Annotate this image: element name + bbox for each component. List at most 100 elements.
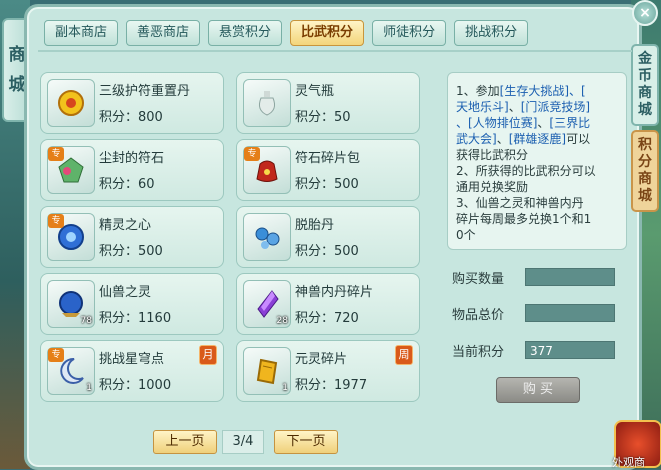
info-text: 3、仙兽之灵和神兽内丹	[456, 196, 584, 210]
item-points: 积分：720	[295, 311, 359, 326]
item-name: 灵气瓶	[295, 84, 335, 99]
info-link-heroes[interactable]: [群雄逐鹿]	[509, 132, 566, 146]
gold-shop-tab-char: 金	[638, 51, 652, 67]
shop-side-tab-char: 商	[8, 45, 26, 65]
spirit-heart-icon: 专	[47, 213, 95, 261]
total-price-field	[525, 304, 615, 322]
tab-bounty-points[interactable]: 悬赏积分	[208, 20, 283, 46]
info-link-tournament-cont[interactable]: 武大会]	[456, 132, 497, 146]
exclusive-badge: 专	[48, 147, 64, 161]
tab-mentor-points[interactable]: 师徒积分	[372, 20, 447, 46]
item-quantity: 28	[276, 316, 288, 326]
points-shop-tab-char: 城	[638, 188, 652, 204]
close-icon: ×	[639, 5, 651, 21]
item-card[interactable]: 三级护符重置丹 积分：800	[40, 72, 224, 134]
item-card[interactable]: 28 神兽内丹碎片 积分：720	[236, 273, 420, 335]
item-card[interactable]: 78 仙兽之灵 积分：1160	[40, 273, 224, 335]
close-button[interactable]: ×	[632, 0, 658, 26]
primal-spirit-fragment-icon: 1	[243, 347, 291, 395]
total-price-label: 物品总价	[452, 308, 505, 323]
item-name: 神兽内丹碎片	[295, 285, 374, 300]
item-quantity: 1	[86, 383, 92, 393]
rune-stone-icon: 专	[47, 146, 95, 194]
appearance-shop-label: 外观商	[612, 456, 645, 469]
info-text: 可以	[566, 132, 591, 146]
item-quantity: 1	[282, 383, 288, 393]
info-link-tournament[interactable]: [三界比	[549, 116, 590, 130]
immortal-beast-spirit-icon: 78	[47, 280, 95, 328]
quantity-field[interactable]	[525, 268, 615, 286]
info-text: 、	[456, 116, 469, 130]
tab-karma-shop[interactable]: 善恶商店	[126, 20, 201, 46]
item-name: 尘封的符石	[99, 151, 165, 166]
info-text: 2、所获得的比武积分可以	[456, 164, 596, 178]
gold-shop-tab-char: 币	[638, 68, 652, 84]
rebirth-pill-icon	[243, 213, 291, 261]
item-card[interactable]: 专 符石碎片包 积分：500	[236, 139, 420, 201]
item-card[interactable]: 专 1 挑战星穹点 积分：1000 月	[40, 340, 224, 402]
info-link-ranking[interactable]: [人物排位赛]	[468, 116, 537, 130]
item-card[interactable]: 专 尘封的符石 积分：60	[40, 139, 224, 201]
item-points: 积分：1000	[99, 378, 172, 393]
rules-description: 1、参加[生存大挑战]、[ 天地乐斗]、[门派竞技场] 、[人物排位赛]、[三界…	[447, 72, 627, 250]
page-indicator: 3/4	[222, 430, 264, 454]
item-card[interactable]: 1 元灵碎片 积分：1977 周	[236, 340, 420, 402]
info-link-survival[interactable]: [生存大挑战]	[500, 84, 569, 98]
item-points: 积分：1160	[99, 311, 172, 326]
info-text: 、	[537, 116, 550, 130]
item-card[interactable]: 专 精灵之心 积分：500	[40, 206, 224, 268]
tab-arena-points[interactable]: 比武积分	[290, 20, 365, 46]
beast-core-fragment-icon: 28	[243, 280, 291, 328]
current-points-field: 377	[525, 341, 615, 359]
challenge-star-moon-icon: 专 1	[47, 347, 95, 395]
item-points: 积分：50	[295, 110, 351, 125]
tab-dungeon-shop[interactable]: 副本商店	[44, 20, 119, 46]
info-text: 、	[496, 132, 509, 146]
points-shop-tab-char: 商	[638, 171, 652, 187]
gold-shop-tab[interactable]: 金 币 商 城	[631, 44, 659, 126]
points-shop-tab-char: 分	[638, 154, 652, 170]
item-name: 元灵碎片	[295, 352, 348, 367]
item-quantity: 78	[80, 316, 92, 326]
shop-side-tab-char: 城	[8, 75, 26, 95]
talisman-pill-icon	[47, 79, 95, 127]
points-shop-tab-char: 积	[638, 137, 652, 153]
current-points-label: 当前积分	[452, 345, 505, 360]
info-link-arena-fun[interactable]: 天地乐斗]	[456, 100, 509, 114]
info-text: 0个	[456, 228, 476, 242]
info-text: 1、参加	[456, 84, 500, 98]
buy-button[interactable]: 购 买	[496, 377, 580, 403]
weekly-limit-tag: 周	[395, 345, 413, 365]
quantity-label: 购买数量	[452, 272, 505, 287]
next-page-button[interactable]: 下一页	[274, 430, 338, 454]
item-name: 脱胎丹	[295, 218, 335, 233]
tab-divider	[38, 50, 632, 52]
item-points: 积分：1977	[295, 378, 368, 393]
item-name: 仙兽之灵	[99, 285, 152, 300]
item-name: 符石碎片包	[295, 151, 361, 166]
exclusive-badge: 专	[48, 214, 64, 228]
info-text: 碎片每周最多兑换1个和1	[456, 212, 592, 226]
rune-fragment-bag-icon: 专	[243, 146, 291, 194]
info-text: 获得比武积分	[456, 148, 529, 162]
item-points: 积分：500	[295, 177, 359, 192]
monthly-limit-tag: 月	[199, 345, 217, 365]
spirit-bottle-icon	[243, 79, 291, 127]
item-points: 积分：500	[99, 244, 163, 259]
info-text: 通用兑换奖励	[456, 180, 529, 194]
item-name: 精灵之心	[99, 218, 152, 233]
info-text: 、[	[569, 84, 586, 98]
item-name: 三级护符重置丹	[99, 84, 191, 99]
exclusive-badge: 专	[244, 147, 260, 161]
points-shop-tab[interactable]: 积 分 商 城	[631, 130, 659, 212]
item-name: 挑战星穹点	[99, 352, 165, 367]
item-points: 积分：500	[295, 244, 359, 259]
prev-page-button[interactable]: 上一页	[153, 430, 217, 454]
item-card[interactable]: 灵气瓶 积分：50	[236, 72, 420, 134]
tab-challenge-points[interactable]: 挑战积分	[454, 20, 529, 46]
exclusive-badge: 专	[48, 348, 64, 362]
info-link-sect-arena[interactable]: [门派竞技场]	[521, 100, 590, 114]
gold-shop-tab-char: 城	[638, 102, 652, 118]
item-card[interactable]: 脱胎丹 积分：500	[236, 206, 420, 268]
gold-shop-tab-char: 商	[638, 85, 652, 101]
